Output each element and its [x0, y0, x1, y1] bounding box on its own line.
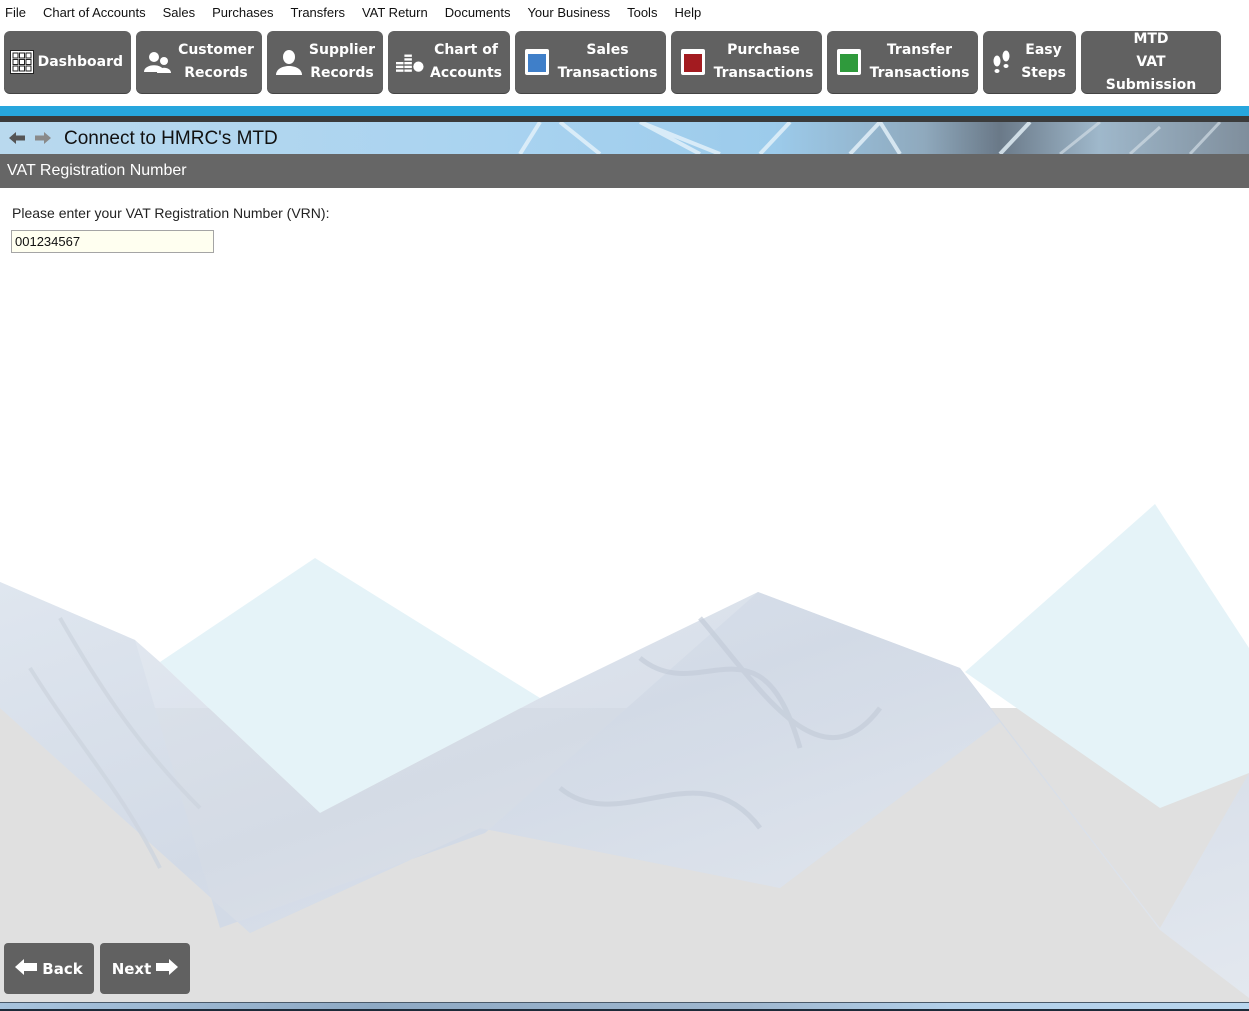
history-nav — [9, 131, 51, 149]
sales-transactions-label-line2: Transactions — [557, 65, 658, 81]
main-toolbar: Dashboard Customer Records Supplier Record… — [4, 31, 1226, 94]
menu-chart-of-accounts[interactable]: Chart of Accounts — [43, 1, 146, 25]
next-button[interactable]: Next — [100, 943, 190, 994]
section-header: VAT Registration Number — [0, 154, 1249, 188]
menu-help[interactable]: Help — [674, 1, 701, 25]
purchase-transactions-label-line2: Transactions — [713, 65, 814, 81]
purchase-transactions-button[interactable]: Purchase Transactions — [671, 31, 822, 93]
menu-transfers[interactable]: Transfers — [291, 1, 345, 25]
forward-arrow-icon[interactable] — [35, 131, 51, 149]
status-bar — [0, 1002, 1249, 1011]
menu-sales[interactable]: Sales — [163, 1, 196, 25]
customer-records-label-line1: Customer — [178, 42, 254, 58]
menu-bar: File Chart of Accounts Sales Purchases T… — [0, 0, 1249, 26]
menu-tools[interactable]: Tools — [627, 1, 657, 25]
section-title: VAT Registration Number — [7, 162, 187, 179]
sales-transactions-button[interactable]: Sales Transactions — [515, 31, 666, 93]
mtd-vat-submission-label-line1: MTD — [1133, 30, 1169, 47]
customer-records-button[interactable]: Customer Records — [136, 31, 262, 93]
back-arrow-icon[interactable] — [9, 131, 25, 149]
book-icon — [679, 48, 707, 76]
menu-file[interactable]: File — [5, 1, 26, 25]
arrow-left-icon — [15, 958, 38, 979]
background-mountains — [0, 504, 1249, 1002]
easy-steps-label-line1: Easy — [1025, 42, 1062, 58]
wizard-navigation: Back Next — [4, 943, 190, 994]
transfer-transactions-label-line2: Transactions — [869, 65, 970, 81]
easy-steps-label-line2: Steps — [1021, 65, 1066, 81]
transfer-transactions-label-line1: Transfer — [886, 42, 953, 58]
menu-purchases[interactable]: Purchases — [212, 1, 273, 25]
page-title: Connect to HMRC's MTD — [64, 128, 278, 149]
back-label: Back — [42, 959, 83, 978]
transfer-transactions-button[interactable]: Transfer Transactions — [827, 31, 978, 93]
footsteps-icon — [991, 48, 1013, 76]
supplier-records-label-line1: Supplier — [308, 42, 375, 58]
supplier-records-label-line2: Records — [310, 65, 374, 81]
chart-of-accounts-button[interactable]: Chart of Accounts — [388, 31, 510, 93]
vrn-input[interactable] — [11, 230, 214, 253]
chart-of-accounts-label-line1: Chart of — [434, 42, 498, 58]
supplier-records-button[interactable]: Supplier Records — [267, 31, 383, 93]
menu-vat-return[interactable]: VAT Return — [362, 1, 428, 25]
chart-of-accounts-label-line2: Accounts — [430, 65, 503, 81]
dashboard-button[interactable]: Dashboard — [4, 31, 131, 93]
coins-icon — [396, 48, 424, 76]
sales-transactions-label-line1: Sales — [586, 42, 629, 58]
users-icon — [144, 48, 172, 76]
purchase-transactions-label-line1: Purchase — [727, 42, 800, 58]
menu-your-business[interactable]: Your Business — [527, 1, 610, 25]
back-button[interactable]: Back — [4, 943, 94, 994]
mtd-vat-submission-button[interactable]: MTD VAT Submission — [1081, 31, 1221, 93]
page-header-banner: Connect to HMRC's MTD — [0, 122, 1249, 154]
vrn-label: Please enter your VAT Registration Numbe… — [12, 205, 330, 221]
next-label: Next — [111, 959, 152, 978]
vrn-form: Please enter your VAT Registration Numbe… — [11, 205, 330, 253]
menu-documents[interactable]: Documents — [445, 1, 511, 25]
grid-icon — [10, 48, 35, 76]
customer-records-label-line2: Records — [184, 65, 248, 81]
accent-strip — [0, 106, 1249, 116]
book-icon — [835, 48, 863, 76]
dashboard-label: Dashboard — [37, 53, 123, 70]
arrow-right-icon — [156, 958, 179, 979]
easy-steps-button[interactable]: Easy Steps — [983, 31, 1076, 93]
user-icon — [275, 48, 303, 76]
mtd-vat-submission-label-line2: VAT Submission — [1105, 53, 1197, 93]
book-icon — [523, 48, 551, 76]
